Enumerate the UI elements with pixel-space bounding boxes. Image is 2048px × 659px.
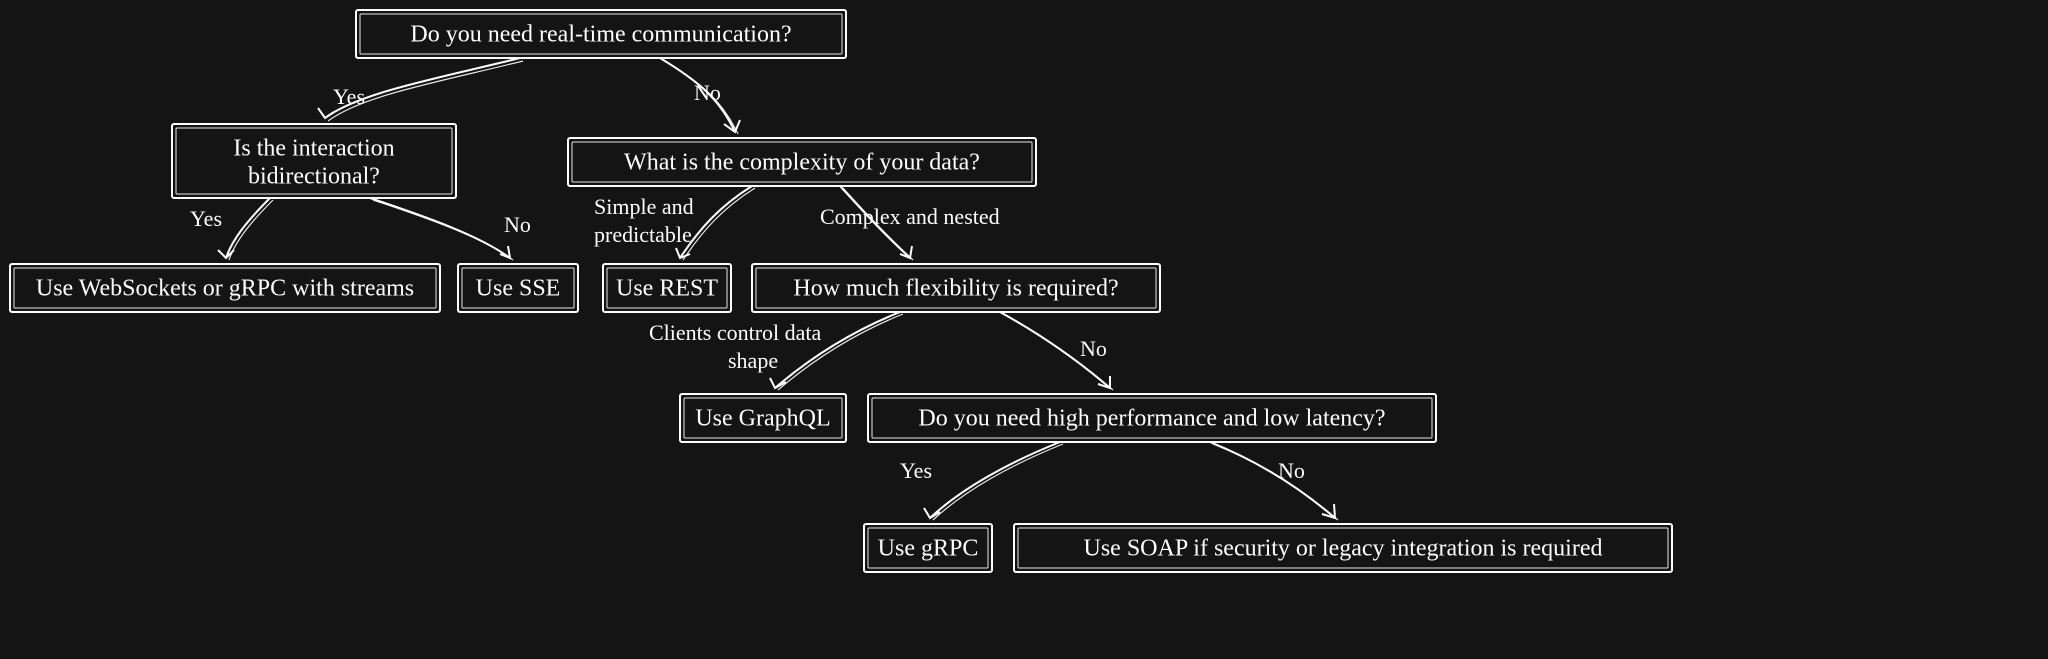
edge-perf-yes-label: Yes — [900, 458, 932, 483]
edge-root-yes-label: Yes — [333, 84, 365, 109]
edge-flex-no: No — [1000, 312, 1113, 390]
edge-bidi-yes-label: Yes — [190, 206, 222, 231]
node-performance: Do you need high performance and low lat… — [868, 394, 1436, 442]
node-sse: Use SSE — [458, 264, 578, 312]
node-bidi: Is the interaction bidirectional? — [172, 124, 456, 198]
node-flex-text: How much flexibility is required? — [793, 276, 1118, 302]
edge-bidi-no-label: No — [504, 212, 531, 237]
decision-tree-diagram: Do you need real-time communication? Is … — [0, 0, 2048, 659]
node-perf-text: Do you need high performance and low lat… — [918, 406, 1385, 432]
edge-bidi-yes: Yes — [190, 198, 273, 260]
node-grpc-text: Use gRPC — [878, 536, 979, 562]
edge-flex-no-label: No — [1080, 336, 1107, 361]
edge-bidi-no: No — [370, 198, 531, 260]
edge-root-no-label: No — [694, 80, 721, 105]
edge-flex-clients-l2: shape — [728, 348, 778, 373]
node-graphql: Use GraphQL — [680, 394, 846, 442]
node-sse-text: Use SSE — [476, 276, 561, 302]
edge-perf-no: No — [1210, 442, 1338, 520]
node-rest-text: Use REST — [616, 276, 718, 302]
node-rest: Use REST — [603, 264, 731, 312]
edge-complexity-nested: Complex and nested — [820, 186, 1000, 260]
node-root-text: Do you need real-time communication? — [410, 22, 791, 48]
edge-flex-clients-l1: Clients control data — [649, 320, 822, 345]
edge-root-no: No — [660, 58, 740, 134]
node-soap: Use SOAP if security or legacy integrati… — [1014, 524, 1672, 572]
node-complexity: What is the complexity of your data? — [568, 138, 1036, 186]
node-root: Do you need real-time communication? — [356, 10, 846, 58]
node-graphql-text: Use GraphQL — [695, 406, 830, 432]
node-complexity-text: What is the complexity of your data? — [624, 150, 980, 176]
node-soap-text: Use SOAP if security or legacy integrati… — [1084, 536, 1603, 562]
node-flexibility: How much flexibility is required? — [752, 264, 1160, 312]
edge-root-yes: Yes — [318, 58, 523, 121]
edge-perf-no-label: No — [1278, 458, 1305, 483]
edge-perf-yes: Yes — [900, 442, 1063, 520]
node-ws-text: Use WebSockets or gRPC with streams — [36, 276, 414, 302]
node-websockets: Use WebSockets or gRPC with streams — [10, 264, 440, 312]
node-bidi-line2: bidirectional? — [248, 164, 380, 190]
node-grpc: Use gRPC — [864, 524, 992, 572]
node-bidi-line1: Is the interaction — [233, 136, 394, 162]
edge-complexity-nested-label: Complex and nested — [820, 204, 1000, 229]
edge-complexity-simple: Simple and predictable — [594, 186, 755, 260]
edge-complexity-simple-l2: predictable — [594, 222, 692, 247]
edge-complexity-simple-l1: Simple and — [594, 194, 694, 219]
edge-flex-clients: Clients control data shape — [649, 312, 903, 390]
